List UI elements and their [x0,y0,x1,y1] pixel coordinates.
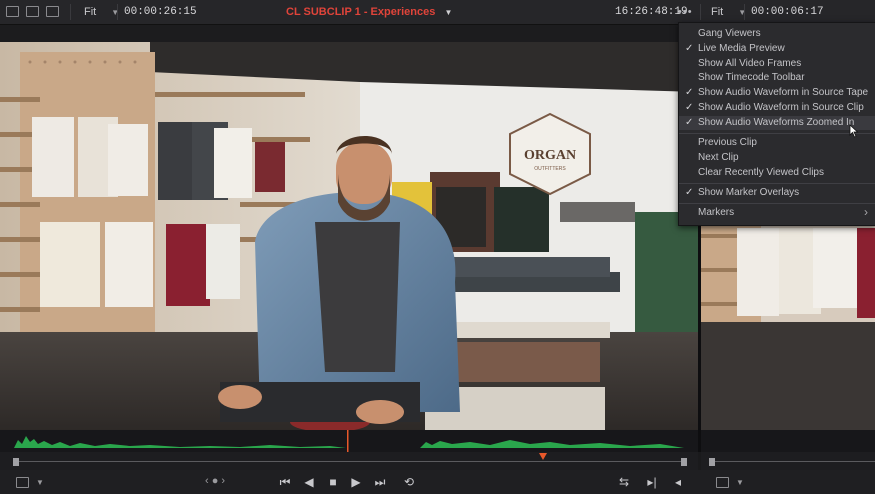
menu-item-label: Show Marker Overlays [698,187,800,198]
audio-waveform-left[interactable] [0,430,698,452]
menu-item-label: Show Audio Waveform in Source Clip [698,102,864,113]
viewer-mode-icon[interactable] [16,477,29,488]
menu-item-show-all-video-frames[interactable]: Show All Video Frames [679,57,875,71]
zoom-dropdown-left[interactable]: Fit ▼ [84,0,119,24]
menu-item-label: Clear Recently Viewed Clips [698,167,824,178]
scrub-bar-left[interactable] [0,452,698,470]
chevron-down-icon: ▼ [738,8,747,17]
mark-in-icon[interactable]: ▸| [643,474,661,490]
timecode-right[interactable]: 00:00:06:17 [751,0,824,24]
check-icon: ✓ [685,43,694,54]
chevron-right-icon: › [864,205,868,219]
jog-control-icon[interactable]: ‹ ● › [205,475,225,487]
timecode-duration-left[interactable]: 00:00:26:15 [124,0,197,24]
chevron-down-icon[interactable]: ▼ [36,478,44,487]
zoom-value: Fit [84,6,97,18]
chevron-down-icon[interactable]: ▼ [736,478,744,487]
divider [744,4,745,20]
zoom-dropdown-right[interactable]: Fit ▼ [711,0,746,24]
record-viewer[interactable] [701,222,875,434]
menu-item-label: Show Audio Waveforms Zoomed In [698,117,855,128]
step-back-icon[interactable]: ◀ [300,474,318,490]
menu-item-previous-clip[interactable]: Previous Clip [679,136,875,150]
loop-icon[interactable]: ⟲ [400,474,418,490]
menu-item-label: Markers [698,207,735,218]
viewer-options-menu: Gang Viewers ✓ Live Media Preview Show A… [678,22,875,226]
in-handle[interactable] [13,458,19,466]
scrub-bar-right[interactable] [701,452,875,470]
menu-item-waveform-source-tape[interactable]: ✓ Show Audio Waveform in Source Tape [679,86,875,100]
menu-item-markers[interactable]: Markers › [679,206,875,220]
jump-start-icon[interactable]: ⏮ [276,474,294,490]
menu-item-show-timecode-toolbar[interactable]: Show Timecode Toolbar [679,71,875,85]
menu-divider [679,183,875,184]
jump-end-icon[interactable]: ⏭ [371,474,389,490]
menu-item-label: Live Media Preview [698,43,785,54]
menu-item-label: Previous Clip [698,137,757,148]
stop-icon[interactable]: ■ [324,474,342,490]
check-icon: ✓ [685,87,694,98]
menu-item-live-media-preview[interactable]: ✓ Live Media Preview [679,42,875,56]
audio-waveform-right[interactable] [701,430,875,452]
chevron-down-icon: ▼ [111,8,120,17]
video-frame-right [701,222,875,434]
menu-divider [679,133,875,134]
check-icon: ✓ [685,102,694,113]
scrub-track [711,461,875,462]
layout-single-icon[interactable] [6,6,19,17]
menu-item-label: Gang Viewers [698,28,761,39]
layout-compare-icon[interactable] [46,6,59,17]
menu-item-waveform-source-clip[interactable]: ✓ Show Audio Waveform in Source Clip [679,101,875,115]
clip-title-text: CL SUBCLIP 1 - Experiences [286,6,436,18]
menu-item-label: Next Clip [698,152,739,163]
menu-item-label: Show All Video Frames [698,58,802,69]
transport-bar: ▼ ‹ ● › ⏮ ◀ ■ ▶ ⏭ ⟲ ⇆ ▸| ◂ ▼ [0,470,875,494]
menu-item-show-marker-overlays[interactable]: ✓ Show Marker Overlays [679,186,875,200]
menu-item-clear-recent-clips[interactable]: Clear Recently Viewed Clips [679,166,875,180]
timecode-current-left[interactable]: 16:26:48:19 [615,0,688,24]
zoom-value: Fit [711,6,724,18]
store-sign-title: ORGAN [524,148,576,163]
menu-item-label: Show Timecode Toolbar [698,72,805,83]
menu-item-gang-viewers[interactable]: Gang Viewers [679,27,875,41]
layout-dual-icon[interactable] [26,6,39,17]
mouse-pointer-icon [849,124,859,138]
chevron-down-icon: ▼ [444,8,453,17]
crop-icon[interactable] [716,477,729,488]
source-viewer[interactable]: ORGAN OUTFITTERS [0,42,698,434]
video-frame: ORGAN OUTFITTERS [0,42,698,434]
menu-item-label: Show Audio Waveform in Source Tape [698,87,869,98]
out-handle[interactable] [681,458,687,466]
waveform-graphic [14,430,684,452]
divider [700,4,701,20]
mark-out-icon[interactable]: ◂ [669,474,687,490]
check-icon: ✓ [685,117,694,128]
divider [117,4,118,20]
playhead-icon[interactable] [539,453,547,460]
check-icon: ✓ [685,187,694,198]
menu-divider [679,203,875,204]
play-icon[interactable]: ▶ [347,474,365,490]
scrub-track [16,461,683,462]
clip-title[interactable]: CL SUBCLIP 1 - Experiences ▼ [286,0,452,24]
menu-item-waveforms-zoomed-in[interactable]: ✓ Show Audio Waveforms Zoomed In [679,116,875,130]
match-frame-icon[interactable]: ⇆ [615,474,633,490]
menu-item-next-clip[interactable]: Next Clip [679,151,875,165]
in-handle[interactable] [709,458,715,466]
divider [70,4,71,20]
store-sign-subtitle: OUTFITTERS [534,166,566,172]
more-horizontal-icon[interactable]: ••• [678,0,693,24]
